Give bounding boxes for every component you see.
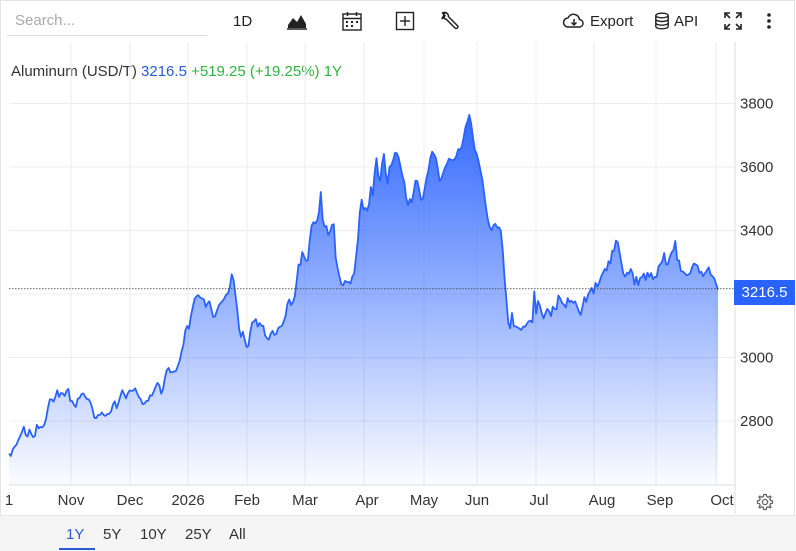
x-tick-label: May <box>410 492 439 509</box>
chart-settings-button[interactable] <box>756 493 774 516</box>
x-tick-label: Jun <box>465 492 489 509</box>
x-tick-label: Oct <box>710 492 734 509</box>
x-tick-label: Aug <box>589 492 616 509</box>
y-tick-label: 3400 <box>740 223 773 240</box>
x-tick-label: 2026 <box>171 492 204 509</box>
x-tick-label: 1 <box>5 492 13 509</box>
x-tick-label: Feb <box>234 492 260 509</box>
x-tick-label: Dec <box>117 492 144 509</box>
x-tick-label: Jul <box>529 492 548 509</box>
y-tick-label: 3800 <box>740 96 773 113</box>
x-tick-label: Sep <box>647 492 674 509</box>
y-tick-label: 3600 <box>740 159 773 176</box>
y-tick-label: 3000 <box>740 350 773 367</box>
price-chart[interactable]: 2800 3000 3400 3600 3800 1 Nov Dec 2026 Feb Mar Apr… <box>0 0 796 550</box>
range-button-10y[interactable]: 10Y <box>140 526 167 543</box>
gear-icon <box>756 493 774 511</box>
x-tick-label: Apr <box>355 492 378 509</box>
range-selector: 1Y 5Y 10Y 25Y All <box>0 515 796 551</box>
y-tick-label: 2800 <box>740 413 773 430</box>
x-tick-label: Nov <box>58 492 85 509</box>
range-button-1y[interactable]: 1Y <box>66 526 84 543</box>
last-price-tag: 3216.5 <box>734 280 795 305</box>
range-button-all[interactable]: All <box>229 526 246 543</box>
x-tick-label: Mar <box>292 492 318 509</box>
range-button-5y[interactable]: 5Y <box>103 526 121 543</box>
range-button-25y[interactable]: 25Y <box>185 526 212 543</box>
